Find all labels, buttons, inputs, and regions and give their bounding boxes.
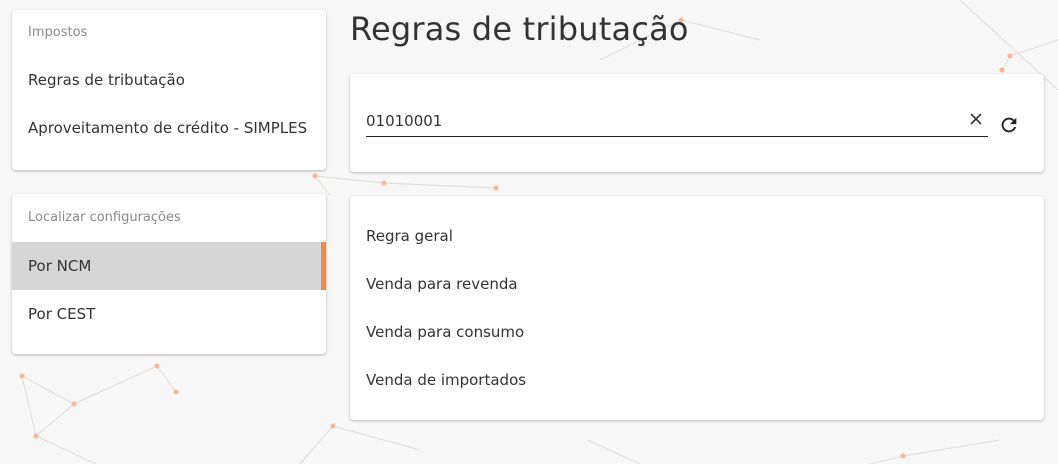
menu-item-por-ncm[interactable]: Por NCM [12,242,326,290]
menu-item-por-cest[interactable]: Por CEST [12,290,326,338]
ncm-search-input[interactable]: 01010001 [366,112,442,130]
result-item-venda-para-consumo[interactable]: Venda para consumo [350,308,1044,356]
result-item-venda-para-revenda[interactable]: Venda para revenda [350,260,1044,308]
results-card: Regra geral Venda para revenda Venda par… [350,196,1044,420]
result-item-regra-geral[interactable]: Regra geral [350,212,1044,260]
result-item-venda-de-importados[interactable]: Venda de importados [350,356,1044,404]
menu-item-regras-de-tributacao[interactable]: Regras de tributação [12,56,326,104]
page-title: Regras de tributação [350,10,689,48]
impostos-menu-card: Impostos Regras de tributação Aproveitam… [12,10,326,170]
menu-item-aproveitamento-de-credito[interactable]: Aproveitamento de crédito - SIMPLES [12,104,326,152]
close-icon[interactable] [968,111,984,127]
refresh-icon[interactable] [998,114,1020,136]
ncm-search-card: 01010001 [350,74,1044,172]
impostos-menu-header: Impostos [28,25,88,40]
localizar-menu-card: Localizar configurações Por NCM Por CEST [12,194,326,354]
localizar-menu-header: Localizar configurações [28,210,181,225]
ncm-search-field: 01010001 [366,110,988,137]
